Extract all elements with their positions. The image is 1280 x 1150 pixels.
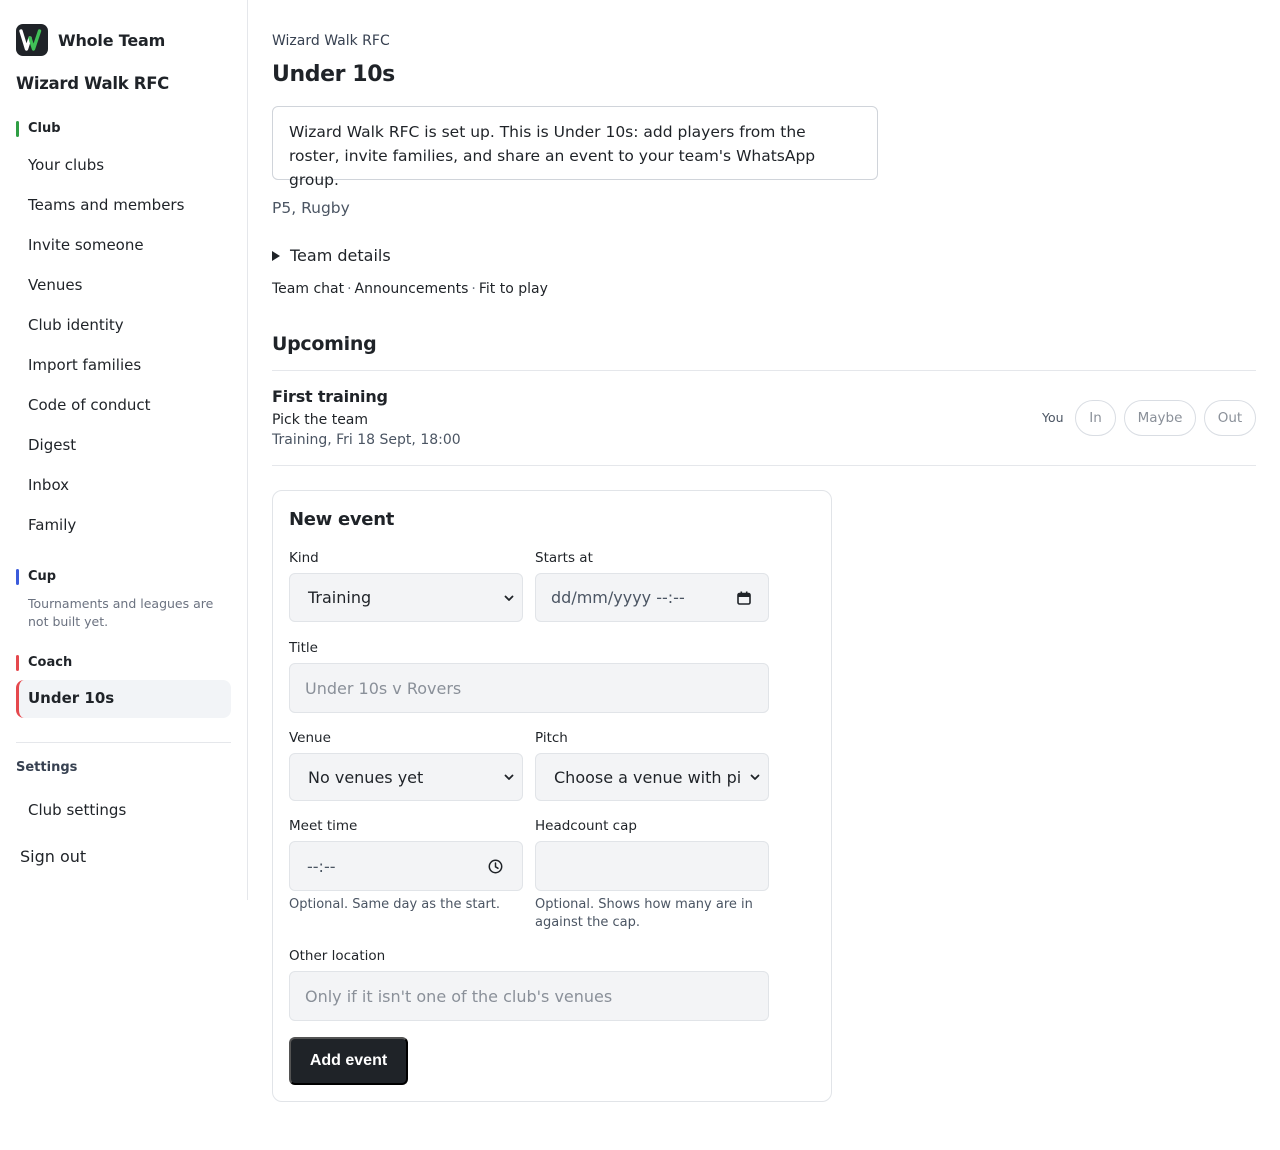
add-event-button[interactable]: Add event [289,1037,408,1085]
upcoming-heading: Upcoming [272,333,377,355]
separator: · [471,281,476,297]
event-title[interactable]: First training [272,387,388,406]
title-input[interactable]: Under 10s v Rovers [289,663,769,713]
section-club-heading: Club [16,121,61,137]
brand-name: Whole Team [58,30,166,50]
venue-select-value: No venues yet [308,767,424,787]
divider [272,370,1256,371]
other-location-input[interactable]: Only if it isn't one of the club's venue… [289,971,769,1021]
brand[interactable]: Whole Team [16,24,165,56]
rsvp-in-button[interactable]: In [1075,400,1116,436]
breadcrumb[interactable]: Wizard Walk RFC [272,33,390,49]
team-details-label: Team details [290,246,391,265]
disclosure-triangle-icon [272,250,280,261]
pitch-label: Pitch [535,730,568,746]
new-event-heading: New event [289,509,395,530]
kind-select-value: Training [308,588,372,607]
sidebar-item-venues[interactable]: Venues [28,275,82,295]
headcount-cap-label: Headcount cap [535,818,637,834]
rsvp-maybe-button[interactable]: Maybe [1124,400,1196,436]
sidebar-item-invite-someone[interactable]: Invite someone [28,235,144,255]
sidebar-item-inbox[interactable]: Inbox [28,475,69,495]
page-title: Under 10s [272,62,395,87]
meet-time-placeholder: --:-- [307,856,336,876]
settings-heading: Settings [16,760,78,775]
cup-note: Tournaments and leagues are not built ye… [28,596,214,629]
sidebar-item-club-settings[interactable]: Club settings [28,800,126,820]
headcount-cap-hint: Optional. Shows how many are in against … [535,897,753,930]
announcements-link[interactable]: Announcements [355,281,469,297]
club-name: Wizard Walk RFC [16,74,169,93]
starts-at-label: Starts at [535,550,593,566]
meet-time-hint: Optional. Same day as the start. [289,897,501,912]
fit-to-play-link[interactable]: Fit to play [479,281,548,297]
sign-out-button[interactable]: Sign out [20,847,86,866]
sidebar-item-club-identity[interactable]: Club identity [28,315,124,335]
chevron-down-icon [750,774,760,780]
sidebar-item-your-clubs[interactable]: Your clubs [28,155,104,175]
sidebar-item-under-10s[interactable]: Under 10s [16,680,231,718]
starts-at-placeholder: dd/mm/yyyy --:-- [551,588,685,607]
setup-notice: Wizard Walk RFC is set up. This is Under… [272,106,878,189]
chevron-down-icon [504,774,514,780]
sidebar-divider [16,742,231,743]
meet-time-label: Meet time [289,818,358,834]
rsvp-out-button[interactable]: Out [1204,400,1256,436]
event-subtitle: Pick the team [272,412,369,428]
kind-label: Kind [289,550,319,566]
clock-icon[interactable] [488,859,503,874]
team-details-toggle[interactable]: Team details [272,246,391,265]
chevron-down-icon [504,595,514,601]
title-label: Title [289,640,318,656]
section-coach-heading: Coach [16,655,72,671]
sidebar-item-teams-and-members[interactable]: Teams and members [28,195,184,215]
other-location-placeholder: Only if it isn't one of the club's venue… [305,986,613,1006]
divider [272,465,1256,466]
team-links: Team chat · Announcements · Fit to play [272,281,548,297]
rsvp-you-label: You [1042,410,1064,425]
headcount-cap-input[interactable] [535,841,769,891]
section-cup-heading: Cup [16,569,56,585]
starts-at-input[interactable]: dd/mm/yyyy --:-- [535,573,769,622]
sidebar-item-family[interactable]: Family [28,515,76,535]
sidebar: Whole Team Wizard Walk RFC Club Your clu… [0,0,248,900]
sidebar-item-label: Under 10s [28,689,115,707]
pitch-select[interactable]: Choose a venue with pitc [535,753,769,801]
sidebar-item-digest[interactable]: Digest [28,435,76,455]
separator: · [347,281,352,297]
team-meta: P5, Rugby [272,199,350,217]
whole-team-logo-icon [16,24,48,56]
meet-time-input[interactable]: --:-- [289,841,523,891]
venue-label: Venue [289,730,331,746]
sidebar-item-code-of-conduct[interactable]: Code of conduct [28,395,150,415]
calendar-icon[interactable] [737,591,751,605]
other-location-label: Other location [289,948,386,964]
pitch-select-value: Choose a venue with pitc [554,767,740,787]
event-when: Training, Fri 18 Sept, 18:00 [272,432,461,448]
venue-select[interactable]: No venues yet [289,753,523,801]
sidebar-item-import-families[interactable]: Import families [28,355,141,375]
team-chat-link[interactable]: Team chat [272,281,344,297]
title-input-placeholder: Under 10s v Rovers [305,678,462,698]
kind-select[interactable]: Training [289,573,523,622]
